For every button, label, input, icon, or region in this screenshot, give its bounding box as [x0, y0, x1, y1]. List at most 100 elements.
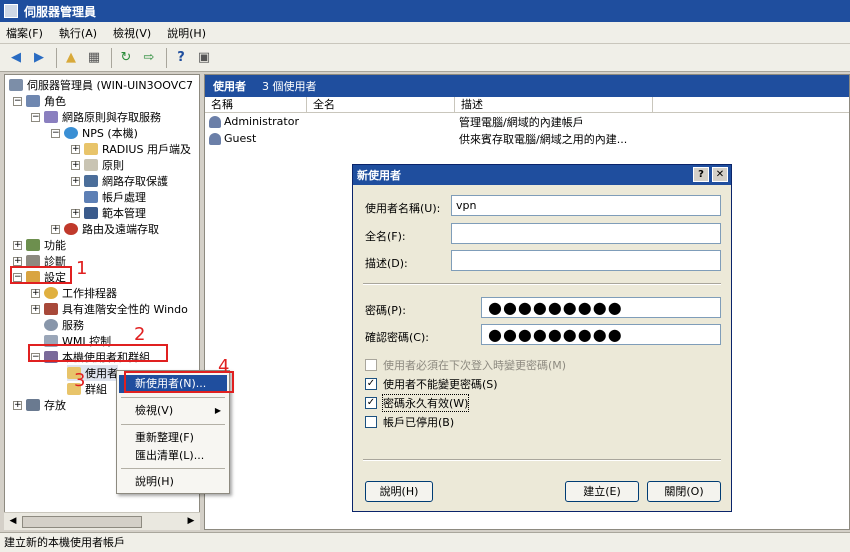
- collapse-icon[interactable]: −: [13, 96, 22, 106]
- checkbox-label: 使用者不能變更密碼(S): [383, 378, 498, 391]
- expand-icon[interactable]: +: [71, 176, 80, 186]
- column-name[interactable]: 名稱: [205, 97, 307, 112]
- help-icon[interactable]: ?: [171, 48, 191, 68]
- scroll-thumb[interactable]: [22, 516, 142, 528]
- fullname-field[interactable]: [451, 223, 721, 244]
- close-button[interactable]: 關閉(O): [647, 481, 721, 502]
- collapse-icon[interactable]: −: [51, 128, 60, 138]
- menu-separator: [121, 468, 225, 469]
- description-field[interactable]: [451, 250, 721, 271]
- tree-item-services[interactable]: 服務: [44, 317, 84, 333]
- dialog-titlebar: 新使用者 ? ✕: [353, 165, 731, 185]
- tree-item-nap[interactable]: + 網路存取保護: [71, 173, 168, 189]
- menu-view[interactable]: 檢視(V): [113, 25, 151, 41]
- menu-item-refresh[interactable]: 重新整理(F): [119, 429, 227, 447]
- expand-icon[interactable]: +: [31, 288, 40, 298]
- tree-item-policies[interactable]: + 原則: [71, 157, 124, 173]
- tree-label: 網路存取保護: [102, 175, 168, 188]
- expand-icon[interactable]: +: [71, 144, 80, 154]
- menu-file[interactable]: 檔案(F): [6, 25, 43, 41]
- annotation-2: 2: [134, 324, 146, 345]
- forward-arrow-icon[interactable]: ▶: [29, 48, 49, 68]
- account-disabled-checkbox[interactable]: 帳戶已停用(B): [365, 414, 454, 430]
- annotation-box-1: [10, 266, 72, 284]
- row-description: 供來賓存取電腦/網域之用的內建...: [459, 132, 628, 146]
- tree-item-roles[interactable]: − 角色: [13, 93, 66, 109]
- create-button[interactable]: 建立(E): [565, 481, 639, 502]
- tree-item-nps-local[interactable]: − NPS (本機): [51, 125, 138, 141]
- tree-item-features[interactable]: + 功能: [13, 237, 66, 253]
- cannot-change-password-checkbox[interactable]: ✓ 使用者不能變更密碼(S): [365, 376, 498, 392]
- expand-icon[interactable]: +: [71, 160, 80, 170]
- expand-icon[interactable]: +: [13, 400, 22, 410]
- menu-action[interactable]: 執行(A): [59, 25, 97, 41]
- up-folder-icon[interactable]: ▲: [61, 48, 81, 68]
- checkbox-label: 帳戶已停用(B): [383, 416, 455, 429]
- confirm-password-field[interactable]: ●●●●●●●●●: [481, 324, 721, 345]
- scroll-left-icon[interactable]: ◀: [6, 516, 20, 528]
- accounting-icon: [84, 191, 98, 203]
- show-tree-icon[interactable]: ▦: [84, 48, 104, 68]
- tree-item-nps-service[interactable]: − 網路原則與存取服務: [31, 109, 161, 125]
- menu-separator: [121, 424, 225, 425]
- tree-item-storage[interactable]: + 存放: [13, 397, 66, 413]
- annotation-box-2: [28, 344, 168, 362]
- column-description[interactable]: 描述: [455, 97, 653, 112]
- username-field[interactable]: vpn: [451, 195, 721, 216]
- close-icon[interactable]: ✕: [712, 167, 728, 182]
- submenu-arrow-icon: ▶: [214, 406, 221, 415]
- scroll-right-icon[interactable]: ▶: [184, 516, 198, 528]
- checkbox-icon: [365, 416, 377, 428]
- annotation-1: 1: [76, 258, 88, 279]
- column-fullname[interactable]: 全名: [307, 97, 455, 112]
- export-list-icon[interactable]: ⇨: [139, 48, 159, 68]
- expand-icon[interactable]: +: [13, 240, 22, 250]
- collapse-icon[interactable]: −: [31, 112, 40, 122]
- window-titlebar: 伺服器管理員: [0, 0, 850, 22]
- table-row[interactable]: Guest 供來賓存取電腦/網域之用的內建...: [205, 130, 849, 147]
- table-row[interactable]: Administrator 管理電腦/網域的內建帳戶: [205, 113, 849, 130]
- tree-item-routing[interactable]: + 路由及遠端存取: [51, 221, 159, 237]
- tree-label: 服務: [62, 319, 84, 332]
- checkbox-label: 使用者必須在下次登入時變更密碼(M): [383, 359, 567, 372]
- properties-icon[interactable]: ▣: [194, 48, 214, 68]
- dialog-help-button[interactable]: 說明(H): [365, 481, 433, 502]
- menu-item-help[interactable]: 說明(H): [119, 473, 227, 491]
- refresh-icon[interactable]: ↻: [116, 48, 136, 68]
- tree-item-accounting[interactable]: 帳戶處理: [84, 189, 146, 205]
- user-icon: [209, 116, 221, 128]
- expand-icon[interactable]: +: [13, 256, 22, 266]
- routing-icon: [64, 223, 78, 235]
- back-arrow-icon[interactable]: ◀: [6, 48, 26, 68]
- menu-item-view[interactable]: 檢視(V) ▶: [119, 402, 227, 420]
- checkbox-icon: [365, 359, 377, 371]
- globe-icon: [64, 127, 78, 139]
- help-icon[interactable]: ?: [693, 167, 709, 182]
- storage-icon: [26, 399, 40, 411]
- menu-help[interactable]: 說明(H): [167, 25, 206, 41]
- tree-label: 使用者: [85, 367, 118, 380]
- expand-icon[interactable]: +: [71, 208, 80, 218]
- tree-item-radius[interactable]: + RADIUS 用戶端及: [71, 141, 191, 157]
- tree-item-groups[interactable]: 群組: [67, 381, 107, 397]
- expand-icon[interactable]: +: [51, 224, 60, 234]
- horizontal-scrollbar[interactable]: ◀ ▶: [4, 512, 200, 530]
- row-name: Administrator: [224, 115, 299, 128]
- tree-root[interactable]: 伺服器管理員 (WIN-UIN3OOVC7: [9, 77, 193, 93]
- tree-item-firewall[interactable]: + 具有進階安全性的 Windo: [31, 301, 188, 317]
- tree-item-templates[interactable]: + 範本管理: [71, 205, 146, 221]
- tree-label: 角色: [44, 95, 66, 108]
- new-user-dialog: 新使用者 ? ✕ 使用者名稱(U): vpn 全名(F): 描述(D): 密碼(…: [352, 164, 732, 512]
- nap-icon: [84, 175, 98, 187]
- password-field[interactable]: ●●●●●●●●●: [481, 297, 721, 318]
- password-never-expires-checkbox[interactable]: ✓ 密碼永久有效(W): [365, 394, 470, 412]
- tree-label: 功能: [44, 239, 66, 252]
- templates-icon: [84, 207, 98, 219]
- must-change-password-checkbox[interactable]: 使用者必須在下次登入時變更密碼(M): [365, 357, 566, 373]
- roles-icon: [26, 95, 40, 107]
- expand-icon[interactable]: +: [31, 304, 40, 314]
- dialog-divider: [363, 459, 721, 461]
- menu-item-export[interactable]: 匯出清單(L)...: [119, 447, 227, 465]
- toolbar-separator: [166, 47, 167, 68]
- tree-item-task-scheduler[interactable]: + 工作排程器: [31, 285, 117, 301]
